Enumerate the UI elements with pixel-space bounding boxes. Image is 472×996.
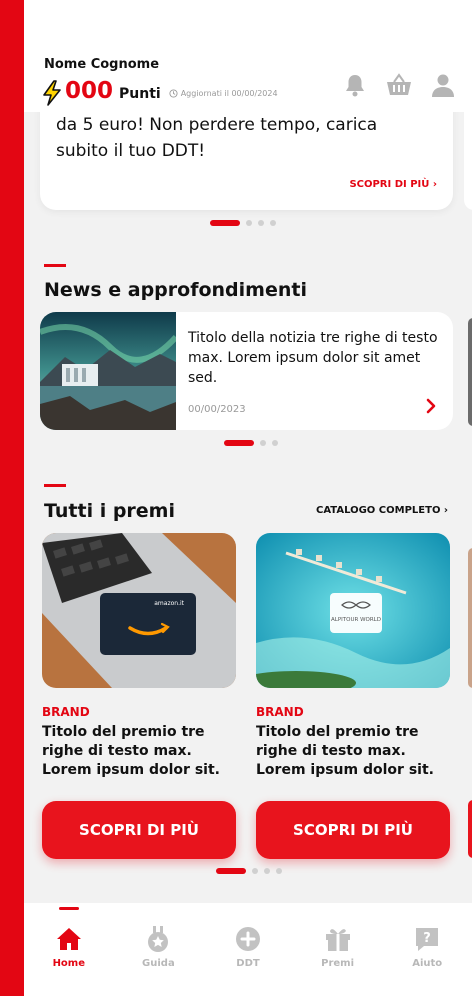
nav-item-guida[interactable]: Guida: [114, 903, 204, 996]
news-title: Titolo della notizia tre righe di testo …: [188, 330, 438, 386]
carousel-dot-active[interactable]: [224, 440, 254, 446]
points-label: Punti: [119, 86, 161, 102]
carousel-dot-active[interactable]: [216, 868, 246, 874]
prize-brand: BRAND: [256, 705, 304, 719]
carousel-dot[interactable]: [276, 868, 282, 874]
basket-icon: [387, 73, 411, 95]
news-card[interactable]: Titolo della notizia tre righe di testo …: [40, 312, 453, 430]
prize-title: Titolo del premio tre righe di testo max…: [256, 724, 434, 778]
amazon-card-image: amazon.it: [42, 533, 236, 688]
prize-card[interactable]: ALPITOUR WORLD BRAND Titolo del premio t…: [256, 533, 450, 859]
help-icon: ?: [413, 925, 441, 953]
prize-image: amazon.it: [42, 533, 236, 688]
section-marker: [44, 484, 66, 487]
catalog-link[interactable]: CATALOGO COMPLETO ›: [316, 505, 448, 516]
updated-timestamp: Aggiornati il 00/00/2024: [169, 89, 278, 98]
user-name: Nome Cognome: [44, 57, 160, 72]
app-header: Nome Cognome 000 Punti Aggiornati il 00/…: [24, 0, 472, 112]
medal-icon: [144, 925, 172, 953]
promo-cta-link[interactable]: SCOPRI DI PIÙ ›: [349, 179, 437, 190]
next-prize-card-peek[interactable]: [468, 548, 472, 688]
carousel-dot-active[interactable]: [210, 220, 240, 226]
news-image: [40, 312, 176, 430]
next-promo-card-peek[interactable]: [464, 100, 472, 210]
nav-item-ddt[interactable]: DDT: [203, 903, 293, 996]
alpitour-label: ALPITOUR WORLD: [331, 617, 381, 623]
bolt-icon: [43, 80, 61, 106]
nav-label: DDT: [236, 958, 260, 969]
gift-icon: [324, 925, 352, 953]
points-value: 000: [65, 78, 114, 104]
nav-item-premi[interactable]: Premi: [293, 903, 383, 996]
carousel-dot[interactable]: [260, 440, 266, 446]
points-row[interactable]: 000 Punti Aggiornati il 00/00/2024: [41, 80, 278, 106]
news-section-title: News e approfondimenti: [44, 279, 307, 301]
clock-icon: [169, 89, 178, 98]
carousel-dot[interactable]: [246, 220, 252, 226]
news-carousel-dots: [224, 440, 278, 446]
nav-label: Home: [52, 958, 86, 969]
section-marker: [44, 264, 66, 267]
header-actions: [342, 72, 456, 98]
chevron-right-icon[interactable]: [425, 398, 437, 414]
nav-label: Aiuto: [412, 958, 443, 969]
profile-button[interactable]: [430, 72, 456, 98]
news-date: 00/00/2023: [188, 404, 246, 415]
carousel-dot[interactable]: [272, 440, 278, 446]
prize-title: Titolo del premio tre righe di testo max…: [42, 724, 220, 778]
home-icon: [55, 925, 83, 953]
shop-button[interactable]: [386, 72, 412, 98]
next-news-card-peek[interactable]: [468, 318, 472, 426]
next-prize-button-peek[interactable]: [468, 800, 472, 858]
app-screen: da 5 euro! Non perdere tempo, carica sub…: [24, 0, 472, 996]
carousel-dot[interactable]: [252, 868, 258, 874]
prize-image: ALPITOUR WORLD: [256, 533, 450, 688]
nav-item-aiuto[interactable]: ? Aiuto: [382, 903, 472, 996]
notifications-button[interactable]: [342, 72, 368, 98]
carousel-dot[interactable]: [258, 220, 264, 226]
plus-circle-icon: [234, 925, 262, 953]
updated-text: Aggiornati il 00/00/2024: [180, 89, 278, 98]
prize-card[interactable]: amazon.it BRAND Titolo del premio tre ri…: [42, 533, 236, 859]
nav-label: Premi: [321, 958, 355, 969]
prize-discover-button[interactable]: SCOPRI DI PIÙ: [256, 801, 450, 859]
carousel-dot[interactable]: [270, 220, 276, 226]
promo-text: da 5 euro! Non perdere tempo, carica sub…: [56, 115, 378, 161]
alpitour-image: ALPITOUR WORLD: [256, 533, 450, 688]
prize-discover-button[interactable]: SCOPRI DI PIÙ: [42, 801, 236, 859]
nav-item-home[interactable]: Home: [24, 903, 114, 996]
svg-text:?: ?: [423, 931, 431, 946]
prizes-section-title: Tutti i premi: [44, 500, 175, 522]
amazon-label: amazon.it: [154, 600, 184, 607]
bell-icon: [346, 75, 364, 97]
prizes-carousel-dots: [216, 868, 282, 874]
active-indicator: [58, 907, 79, 910]
carousel-dot[interactable]: [264, 868, 270, 874]
nav-label: Guida: [142, 958, 175, 969]
prize-brand: BRAND: [42, 705, 90, 719]
user-icon: [432, 74, 454, 97]
bottom-navigation: Home Guida DDT Premi ? Aiuto: [24, 903, 472, 996]
promo-carousel-dots: [210, 220, 276, 226]
